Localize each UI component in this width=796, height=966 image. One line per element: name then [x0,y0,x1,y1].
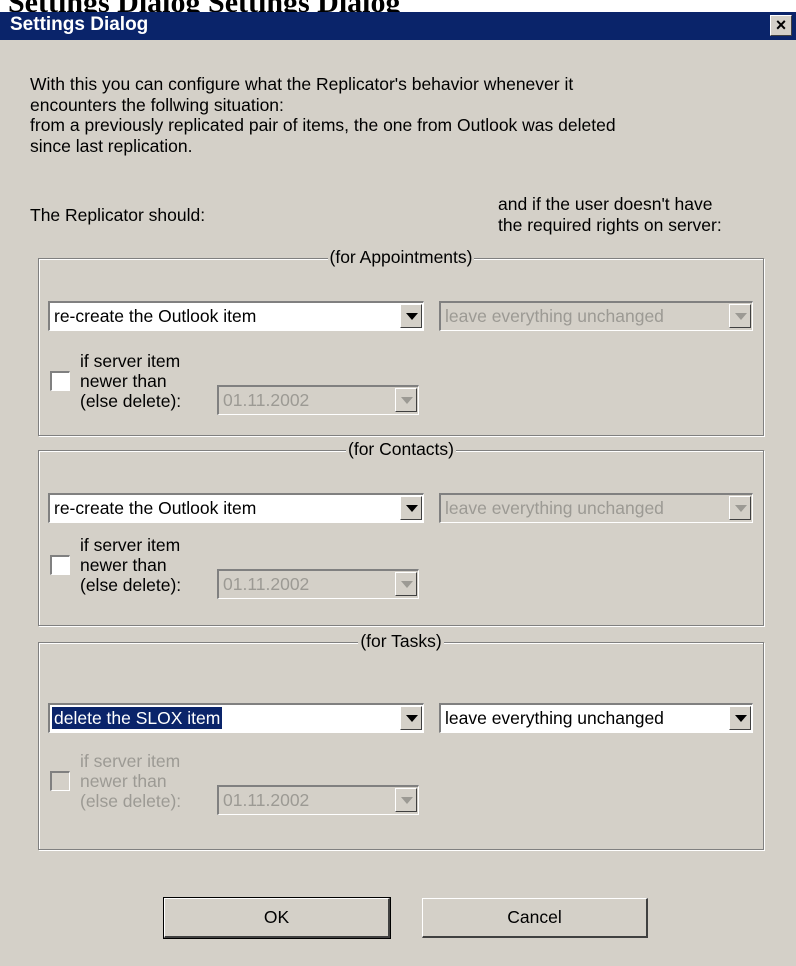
group-appointments: (for Appointments) re-create the Outlook… [38,247,764,436]
label-line: newer than [80,771,167,791]
title-bar: Settings Dialog × [0,12,796,40]
server-newer-checkbox[interactable] [50,771,70,791]
label-line: (else delete): [80,391,182,411]
label-line: newer than [80,371,167,391]
label-line: if server item [80,535,181,555]
chevron-down-icon [406,313,418,320]
dropdown-button[interactable] [729,496,751,520]
group-title: (for Tasks) [358,631,444,651]
action-select-value: delete the SLOX item [52,707,223,729]
dropdown-button[interactable] [395,788,417,812]
chevron-down-icon [401,397,413,404]
action-select-value: re-create the Outlook item [54,306,257,326]
rights-select[interactable]: leave everything unchanged [439,703,753,733]
group-contacts: (for Contacts) re-create the Outlook ite… [38,439,764,626]
dropdown-button[interactable] [729,706,751,730]
close-button[interactable]: × [770,15,792,36]
group-tasks: (for Tasks) delete the SLOX item leave e… [38,631,764,850]
close-icon: × [775,15,787,35]
action-select[interactable]: re-create the Outlook item [48,493,424,523]
rights-label: and if the user doesn't have the require… [498,194,722,236]
label-line: newer than [80,555,167,575]
rights-select[interactable]: leave everything unchanged [439,301,753,331]
label-line: (else delete): [80,575,182,595]
date-select[interactable]: 01.11.2002 [217,569,419,599]
intro-line: With this you can configure what the Rep… [30,74,574,94]
rights-select-value: leave everything unchanged [445,498,664,518]
dropdown-button[interactable] [400,304,422,328]
rights-label-line: the required rights on server: [498,215,722,235]
label-line: if server item [80,751,181,771]
chevron-down-icon [735,505,747,512]
action-select[interactable]: re-create the Outlook item [48,301,424,331]
server-newer-label: if server item newer than (else delete): [80,751,181,811]
date-select-value: 01.11.2002 [223,574,310,594]
group-title: (for Contacts) [346,439,456,459]
intro-text: With this you can configure what the Rep… [30,74,760,156]
window-title: Settings Dialog [10,14,149,35]
server-newer-label: if server item newer than (else delete): [80,351,181,411]
server-newer-checkbox[interactable] [50,555,70,575]
dropdown-button[interactable] [729,304,751,328]
dropdown-button[interactable] [395,572,417,596]
cancel-button[interactable]: Cancel [422,898,648,938]
chevron-down-icon [735,313,747,320]
group-title: (for Appointments) [327,247,475,267]
date-select-value: 01.11.2002 [223,390,310,410]
chevron-down-icon [401,797,413,804]
server-newer-label: if server item newer than (else delete): [80,535,181,595]
date-select-value: 01.11.2002 [223,790,310,810]
label-line: (else delete): [80,791,182,811]
chevron-down-icon [401,581,413,588]
action-select[interactable]: delete the SLOX item [48,703,424,733]
rights-label-line: and if the user doesn't have [498,194,713,214]
rights-select-value: leave everything unchanged [445,306,664,326]
server-newer-checkbox[interactable] [50,371,70,391]
rights-select[interactable]: leave everything unchanged [439,493,753,523]
chevron-down-icon [735,715,747,722]
dropdown-button[interactable] [400,706,422,730]
intro-line: from a previously replicated pair of ite… [30,115,616,135]
chevron-down-icon [406,505,418,512]
settings-dialog: Settings Dialog × With this you can conf… [0,12,796,966]
replicator-label: The Replicator should: [30,205,206,225]
action-select-value: re-create the Outlook item [54,498,257,518]
date-select[interactable]: 01.11.2002 [217,385,419,415]
date-select[interactable]: 01.11.2002 [217,785,419,815]
ok-button[interactable]: OK [163,897,391,939]
dropdown-button[interactable] [395,388,417,412]
intro-line: since last replication. [30,135,193,156]
intro-line: encounters the follwing situation: [30,94,284,115]
dropdown-button[interactable] [400,496,422,520]
rights-select-value: leave everything unchanged [445,708,664,728]
chevron-down-icon [406,715,418,722]
label-line: if server item [80,351,181,371]
